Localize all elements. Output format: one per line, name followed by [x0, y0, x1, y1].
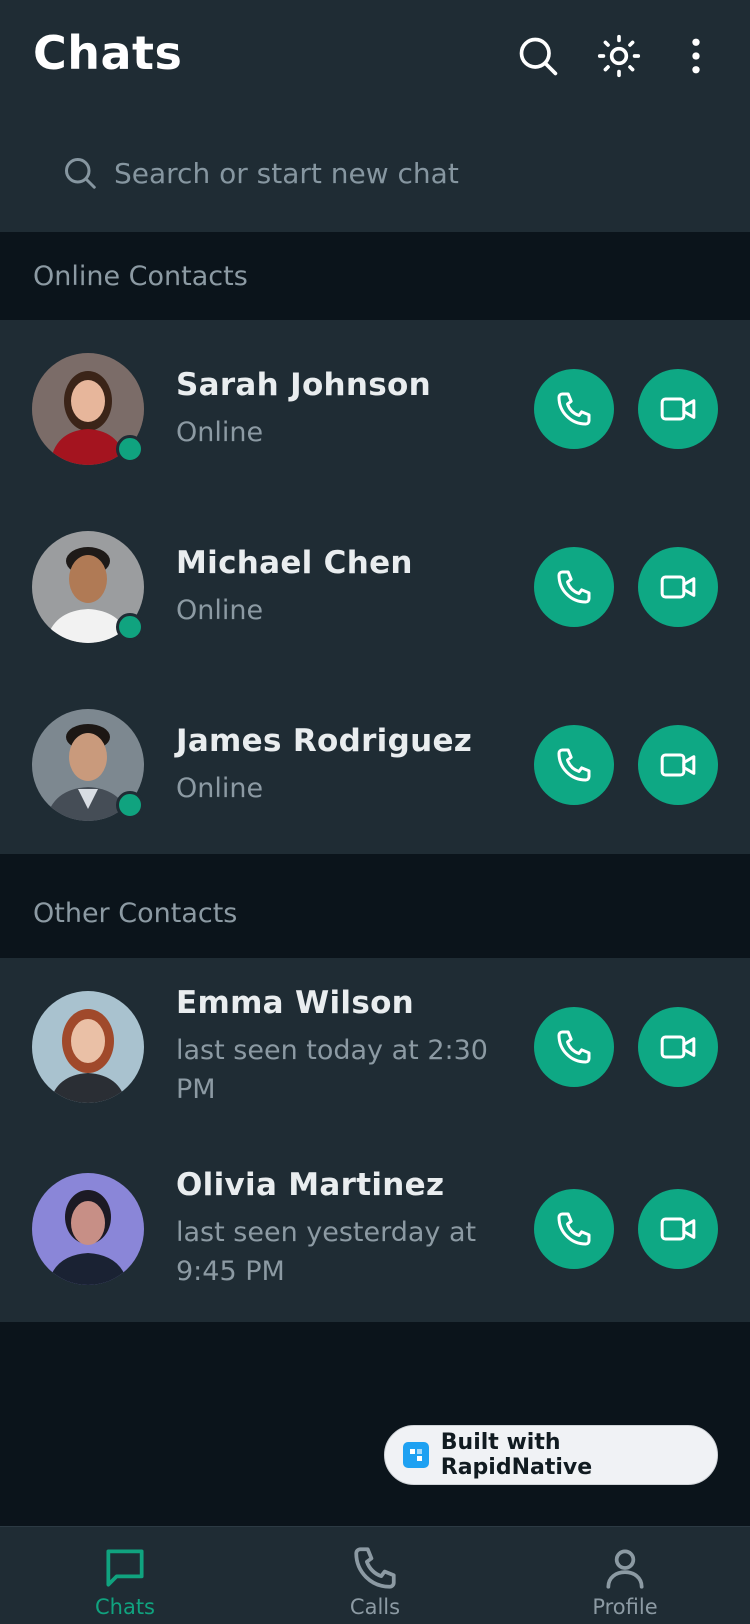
voice-call-button[interactable]	[534, 725, 614, 805]
person-icon	[606, 1549, 644, 1589]
video-call-button[interactable]	[638, 547, 718, 627]
online-indicator	[116, 613, 144, 641]
contact-name: Olivia Martinez	[176, 1167, 445, 1203]
contact-row[interactable]: Olivia Martinez last seen yesterday at 9…	[0, 1136, 750, 1322]
page-title: Chats	[33, 26, 183, 80]
phone-icon	[557, 748, 591, 782]
phone-icon	[557, 570, 591, 604]
video-call-button[interactable]	[638, 1007, 718, 1087]
online-indicator	[116, 435, 144, 463]
voice-call-button[interactable]	[534, 369, 614, 449]
tab-chats[interactable]: Chats	[0, 1527, 250, 1624]
contact-row[interactable]: Sarah Johnson Online	[0, 320, 750, 498]
tab-profile[interactable]: Profile	[500, 1527, 750, 1624]
online-contacts-list: Sarah Johnson Online Michael Chen Online	[0, 320, 750, 854]
voice-call-button[interactable]	[534, 1189, 614, 1269]
avatar	[32, 991, 144, 1103]
contact-row[interactable]: Michael Chen Online	[0, 498, 750, 676]
video-call-button[interactable]	[638, 369, 718, 449]
avatar	[32, 353, 144, 465]
contact-status: Online	[176, 416, 264, 448]
video-call-button[interactable]	[638, 725, 718, 805]
phone-icon	[354, 1547, 396, 1589]
contact-row[interactable]: James Rodriguez Online	[0, 676, 750, 854]
section-title-online: Online Contacts	[0, 232, 750, 320]
video-icon	[660, 753, 696, 777]
phone-icon	[557, 1212, 591, 1246]
avatar	[32, 531, 144, 643]
search-input[interactable]	[114, 156, 634, 190]
tab-label: Profile	[592, 1595, 658, 1619]
video-icon	[660, 1217, 696, 1241]
built-with-badge[interactable]: Built with RapidNative	[384, 1425, 718, 1485]
contact-status: last seen yesterday at 9:45 PM	[176, 1217, 477, 1287]
tab-label: Calls	[349, 1595, 401, 1619]
phone-icon	[557, 1030, 591, 1064]
search-field-icon	[65, 158, 96, 189]
more-vert-icon[interactable]	[671, 31, 721, 81]
tab-label: Chats	[94, 1595, 156, 1619]
voice-call-button[interactable]	[534, 1007, 614, 1087]
online-indicator	[116, 791, 144, 819]
contact-name: Michael Chen	[176, 544, 413, 581]
contact-name: Emma Wilson	[176, 985, 415, 1021]
video-icon	[660, 575, 696, 599]
brightness-icon[interactable]	[594, 31, 644, 81]
section-title-other: Other Contacts	[0, 854, 750, 958]
other-contacts-list: Emma Wilson last seen today at 2:30 PM O…	[0, 958, 750, 1322]
contact-status: Online	[176, 772, 264, 804]
video-call-button[interactable]	[638, 1189, 718, 1269]
contact-name: James Rodriguez	[176, 722, 473, 759]
badge-text: Built with RapidNative	[440, 1430, 593, 1480]
chat-icon	[106, 1549, 144, 1587]
phone-icon	[557, 392, 591, 426]
contact-status: Online	[176, 594, 264, 626]
contact-name: Sarah Johnson	[176, 366, 432, 403]
avatar	[32, 1173, 144, 1285]
video-icon	[660, 1035, 696, 1059]
contact-status: last seen today at 2:30 PM	[176, 1035, 488, 1105]
search-icon[interactable]	[513, 31, 563, 81]
bottom-tab-bar: Chats Calls Profile	[0, 1526, 750, 1624]
voice-call-button[interactable]	[534, 547, 614, 627]
tab-calls[interactable]: Calls	[250, 1527, 500, 1624]
video-icon	[660, 397, 696, 421]
contact-row[interactable]: Emma Wilson last seen today at 2:30 PM	[0, 958, 750, 1136]
avatar	[32, 709, 144, 821]
app-header: Chats	[0, 0, 750, 232]
search-bar[interactable]	[62, 148, 662, 198]
rapidnative-logo-icon	[403, 1442, 429, 1468]
